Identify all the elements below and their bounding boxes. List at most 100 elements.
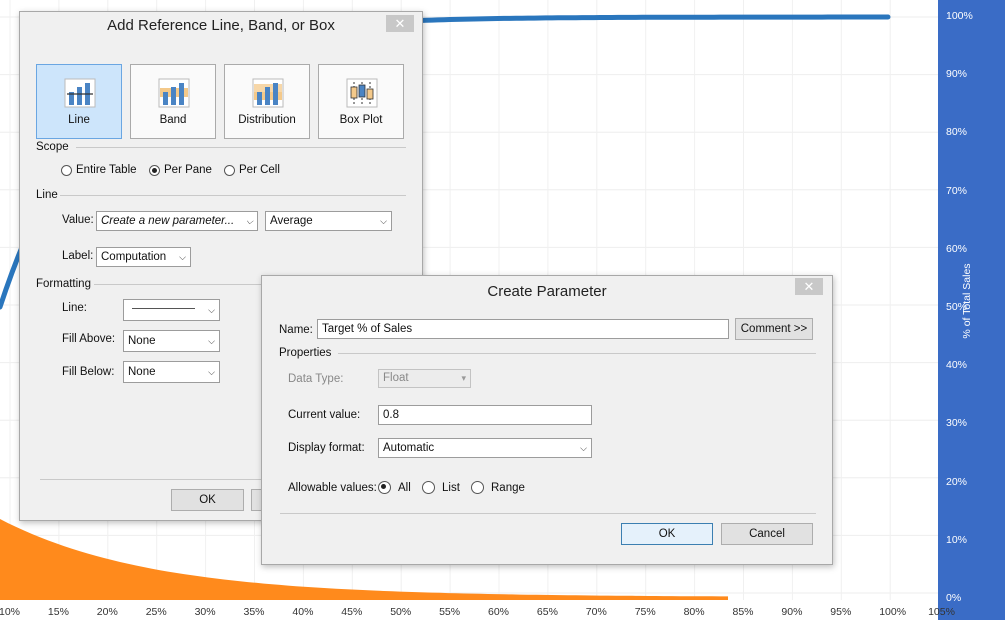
line-divider xyxy=(60,195,406,196)
x-tick-label: 50% xyxy=(390,606,412,618)
y-tick-label: 30% xyxy=(946,417,968,430)
type-tile-box-plot[interactable]: Box Plot xyxy=(318,64,404,139)
x-tick-label: 25% xyxy=(145,606,167,618)
x-tick-label: 55% xyxy=(439,606,461,618)
footer-divider xyxy=(280,513,816,514)
y-tick-label: 60% xyxy=(946,242,968,255)
x-tick-label: 105% xyxy=(928,606,955,618)
y-tick-label: 90% xyxy=(946,68,968,81)
radio-indicator xyxy=(224,164,235,176)
dialog-title: Create Parameter xyxy=(487,283,607,300)
formatting-divider xyxy=(94,284,262,285)
x-tick-label: 95% xyxy=(830,606,852,618)
fill-above-dropdown[interactable]: None ⌵ xyxy=(123,330,220,352)
x-tick-label: 15% xyxy=(47,606,69,618)
type-label: Distribution xyxy=(238,114,296,126)
fill-below-label: Fill Below: xyxy=(62,366,115,378)
band-chart-icon xyxy=(158,78,190,108)
value-dropdown[interactable]: Create a new parameter... ⌵ xyxy=(96,211,258,231)
radio-indicator xyxy=(422,481,435,494)
x-tick-label: 60% xyxy=(488,606,510,618)
create-parameter-dialog: Create Parameter ✕ Name: Target % of Sal… xyxy=(261,275,833,565)
fill-below-text: None xyxy=(128,366,156,378)
close-button[interactable]: ✕ xyxy=(386,15,414,32)
label-field-label: Label: xyxy=(62,250,94,262)
close-button[interactable]: ✕ xyxy=(795,278,823,295)
formatting-group-label: Formatting xyxy=(36,278,91,290)
type-tile-band[interactable]: Band xyxy=(130,64,216,139)
ok-button[interactable]: OK xyxy=(621,523,713,545)
line-style-label: Line: xyxy=(62,302,87,314)
name-input[interactable]: Target % of Sales xyxy=(317,319,729,339)
x-tick-label: 35% xyxy=(243,606,265,618)
x-tick-label: 85% xyxy=(732,606,754,618)
properties-group-label: Properties xyxy=(279,347,332,359)
chevron-down-icon: ⌵ xyxy=(208,367,215,377)
type-tile-distribution[interactable]: Distribution xyxy=(224,64,310,139)
type-label: Band xyxy=(159,114,187,126)
x-tick-label: 90% xyxy=(781,606,803,618)
scope-per-pane-radio[interactable]: Per Pane xyxy=(149,164,212,176)
line-group-label: Line xyxy=(36,189,58,201)
properties-divider xyxy=(338,353,816,354)
allowable-all-radio[interactable]: All xyxy=(378,481,411,494)
name-label: Name: xyxy=(279,324,313,336)
scope-per-cell-radio[interactable]: Per Cell xyxy=(224,164,280,176)
box-plot-icon xyxy=(346,78,378,108)
ok-button[interactable]: OK xyxy=(171,489,244,511)
chevron-down-icon: ⌵ xyxy=(246,216,253,226)
radio-indicator xyxy=(471,481,484,494)
type-label: Line xyxy=(68,114,90,126)
radio-indicator xyxy=(149,164,160,176)
allowable-values-label: Allowable values: xyxy=(288,482,377,494)
radio-indicator xyxy=(61,164,72,176)
allowable-list-radio[interactable]: List xyxy=(422,481,460,494)
y-tick-label: 20% xyxy=(946,475,968,488)
y-tick-label: 40% xyxy=(946,359,968,372)
fill-below-dropdown[interactable]: None ⌵ xyxy=(123,361,220,383)
x-tick-label: 45% xyxy=(341,606,363,618)
name-input-value: Target % of Sales xyxy=(322,323,413,335)
data-type-dropdown[interactable]: Float ▾ xyxy=(378,369,471,388)
scope-divider xyxy=(76,147,406,148)
chevron-down-icon: ⌵ xyxy=(179,252,186,262)
allowable-range-radio[interactable]: Range xyxy=(471,481,525,494)
radio-label: All xyxy=(398,481,411,494)
label-dropdown[interactable]: Computation ⌵ xyxy=(96,247,191,267)
data-type-text: Float xyxy=(383,372,409,384)
aggregation-dropdown[interactable]: Average ⌵ xyxy=(265,211,392,231)
fill-above-label: Fill Above: xyxy=(62,333,116,345)
line-chart-icon xyxy=(64,78,96,108)
x-tick-label: 30% xyxy=(194,606,216,618)
value-dropdown-text: Create a new parameter... xyxy=(101,215,235,227)
radio-label: List xyxy=(442,481,460,494)
chevron-down-icon: ⌵ xyxy=(208,305,215,315)
x-tick-label: 80% xyxy=(683,606,705,618)
chevron-down-icon: ⌵ xyxy=(580,443,587,453)
aggregation-dropdown-text: Average xyxy=(270,215,313,227)
x-tick-label: 10% xyxy=(0,606,21,618)
comment-button[interactable]: Comment >> xyxy=(735,318,813,340)
x-tick-label: 75% xyxy=(634,606,656,618)
current-value-input[interactable]: 0.8 xyxy=(378,405,592,425)
line-style-sample xyxy=(132,308,195,309)
dialog-title: Add Reference Line, Band, or Box xyxy=(107,17,335,34)
distribution-chart-icon xyxy=(252,78,284,108)
value-label: Value: xyxy=(62,214,94,226)
chevron-down-icon: ▾ xyxy=(461,373,466,383)
cancel-button[interactable]: Cancel xyxy=(721,523,813,545)
display-format-dropdown[interactable]: Automatic ⌵ xyxy=(378,438,592,458)
scope-entire-table-radio[interactable]: Entire Table xyxy=(61,164,137,176)
radio-label: Per Pane xyxy=(164,164,212,176)
label-dropdown-text: Computation xyxy=(101,251,167,263)
scope-group-label: Scope xyxy=(36,141,69,153)
x-tick-label: 70% xyxy=(585,606,607,618)
current-value-label: Current value: xyxy=(288,409,361,421)
y-tick-label: 100% xyxy=(946,10,973,22)
y-axis-title: % of Total Sales xyxy=(961,263,973,339)
type-tile-line[interactable]: Line xyxy=(36,64,122,139)
x-axis: 10% 15% 20% 25% 30% 35% 40% 45% 50% 55% 60% 65% 70% 7… xyxy=(0,600,955,620)
radio-label: Per Cell xyxy=(239,164,280,176)
line-style-dropdown[interactable]: ⌵ xyxy=(123,299,220,321)
x-tick-label: 65% xyxy=(536,606,558,618)
